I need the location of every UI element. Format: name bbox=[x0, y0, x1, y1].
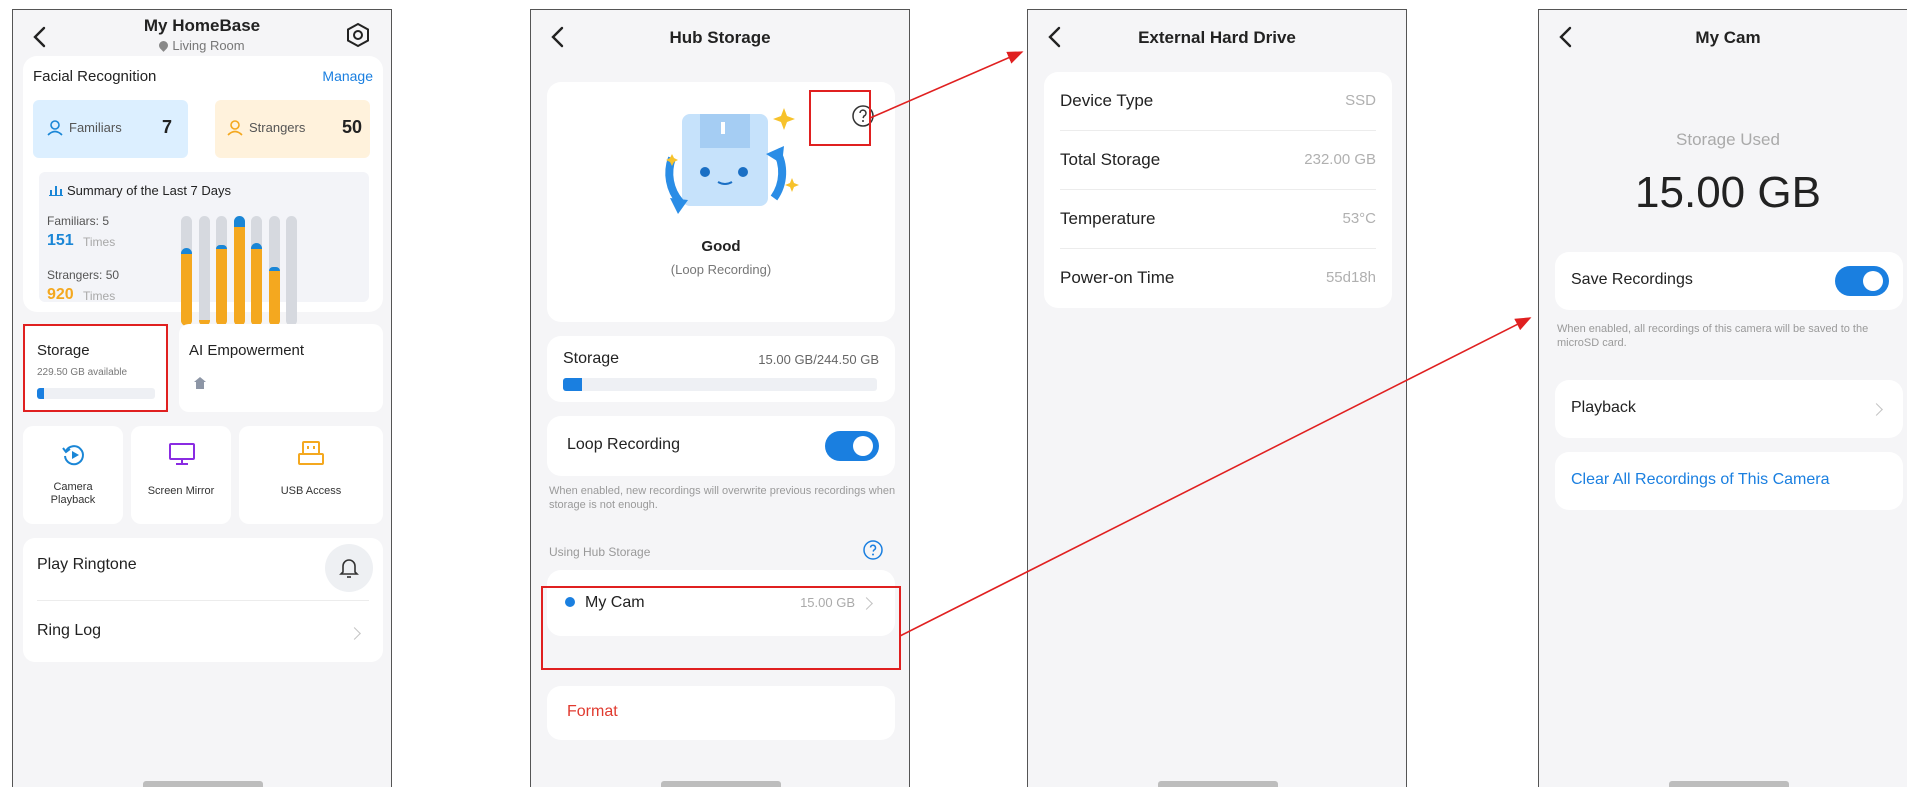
annotation-arrow-cam-to-detail bbox=[899, 317, 1532, 637]
annotation-arrow-help-to-drive bbox=[869, 51, 1024, 119]
annotation-arrows bbox=[869, 51, 1532, 637]
